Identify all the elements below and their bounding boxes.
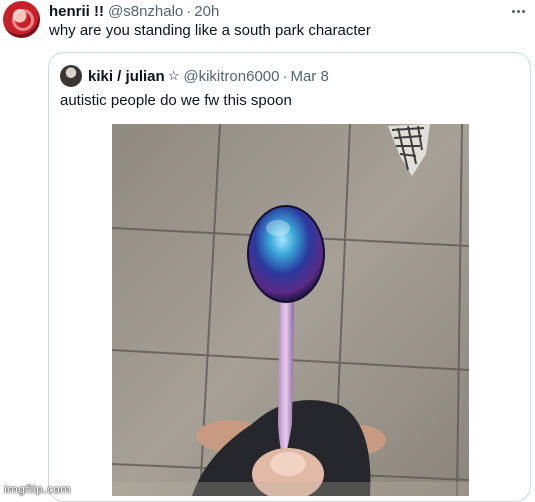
quoted-avatar[interactable] — [60, 65, 82, 87]
more-horizontal-icon — [511, 9, 515, 13]
display-name[interactable]: henrii !! — [49, 3, 104, 20]
more-horizontal-icon-dot — [516, 9, 520, 13]
tweet-header: henrii !! @s8nzhalo · 20h — [49, 1, 219, 21]
star-icon: ☆ — [167, 68, 180, 83]
quoted-tweet-card[interactable]: kiki / julian ☆ @kikitron6000 · Mar 8 au… — [48, 52, 531, 502]
more-options-button[interactable] — [507, 2, 529, 20]
quoted-tweet-text: autistic people do we fw this spoon — [60, 92, 292, 109]
quoted-timestamp[interactable]: Mar 8 — [290, 68, 328, 85]
more-horizontal-icon-dot — [521, 9, 525, 13]
avatar-art — [12, 9, 34, 31]
avatar[interactable] — [3, 1, 40, 38]
user-handle[interactable]: @s8nzhalo — [108, 3, 183, 20]
timestamp[interactable]: 20h — [194, 3, 219, 20]
tweet-text: why are you standing like a south park c… — [49, 22, 371, 39]
imgflip-watermark: imgflip.com — [4, 483, 71, 496]
tweet-media-photo[interactable] — [112, 124, 469, 496]
quoted-display-name[interactable]: kiki / julian — [88, 68, 165, 85]
quoted-separator: · — [282, 67, 288, 85]
spoon-photo — [112, 124, 469, 496]
quoted-user-handle[interactable]: @kikitron6000 — [183, 68, 279, 85]
quoted-tweet-header: kiki / julian ☆ @kikitron6000 · Mar 8 — [88, 66, 329, 86]
separator: · — [186, 2, 192, 20]
